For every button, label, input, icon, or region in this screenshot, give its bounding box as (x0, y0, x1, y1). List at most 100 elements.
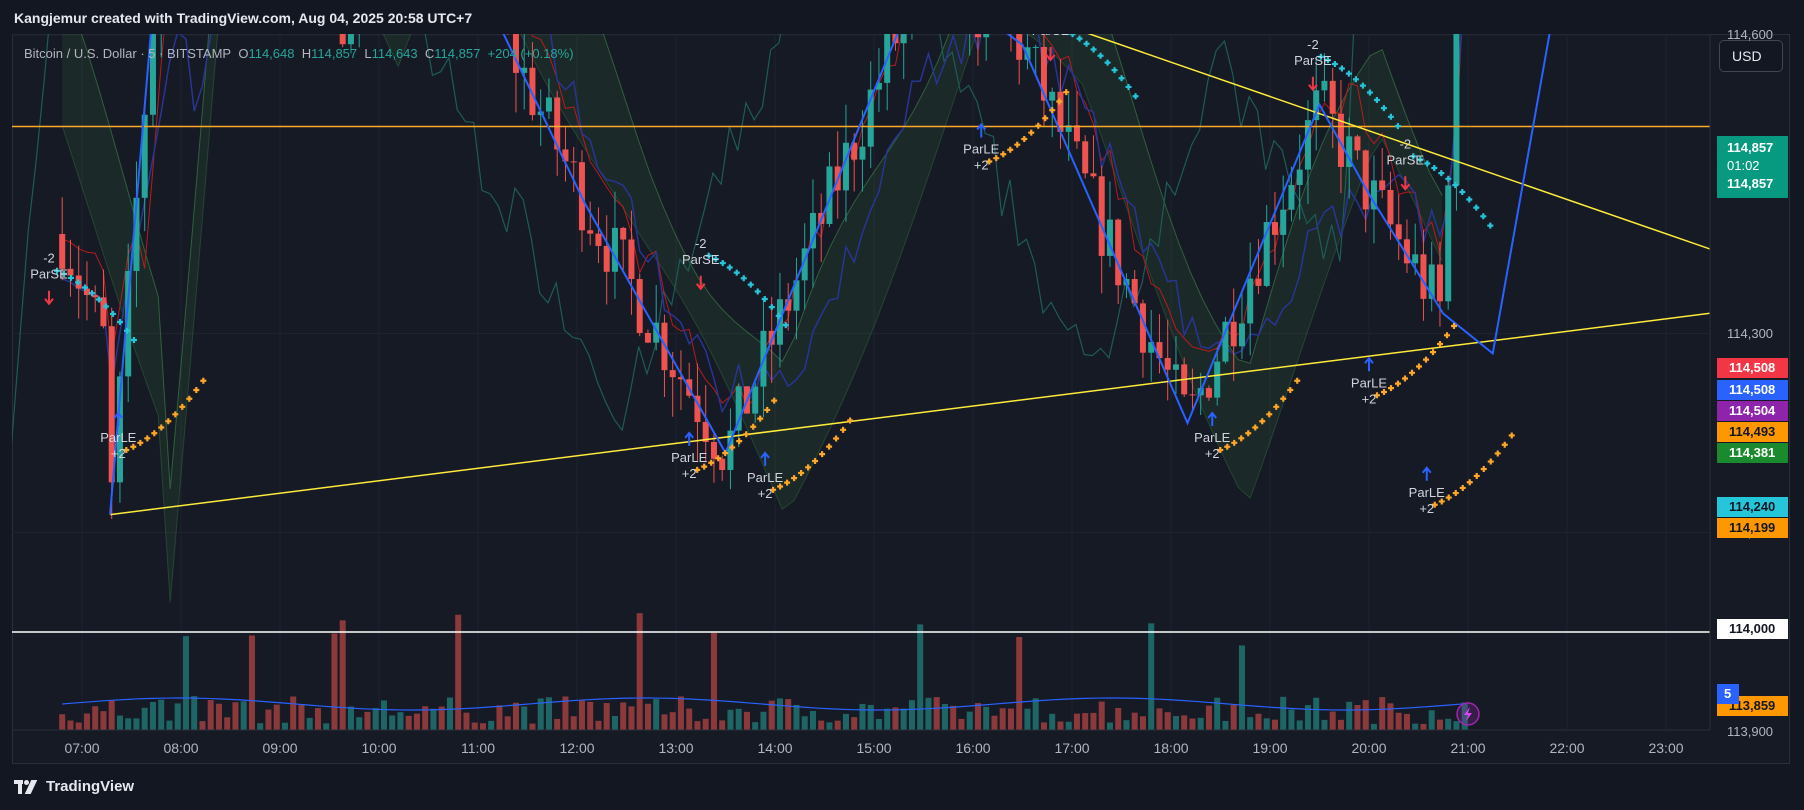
volume-bar (224, 717, 231, 730)
tradingview-footer[interactable]: TradingView (14, 778, 134, 795)
sar-dot (1402, 375, 1408, 382)
candle-body (1164, 358, 1171, 370)
candle-body (958, 0, 964, 26)
volume-bar (1230, 704, 1237, 730)
candle-body (1296, 169, 1303, 185)
axis-price-label: 114,504 (1717, 401, 1788, 421)
volume-bar (1007, 708, 1014, 730)
volume-bar (1073, 713, 1080, 730)
volume-bar (752, 722, 759, 730)
sar-dot (768, 304, 775, 311)
volume-bar (529, 723, 536, 730)
volume-bar (471, 722, 478, 730)
sar-dot (1294, 377, 1301, 384)
volume-bar (290, 696, 297, 730)
volume-bar (479, 723, 486, 730)
volume-bar (735, 708, 742, 730)
volume-bar (554, 718, 561, 730)
symbol-legend[interactable]: Bitcoin / U.S. Dollar · 5 · BITSTAMP O11… (24, 46, 574, 61)
volume-bar (1115, 707, 1122, 730)
volume-bar (191, 696, 198, 730)
volume-bar (999, 708, 1006, 730)
candle-body (339, 34, 346, 45)
volume-bar (1370, 723, 1377, 730)
volume-bar (908, 700, 915, 730)
candle-body (710, 441, 717, 459)
volume-bar (207, 700, 214, 730)
candle (1073, 91, 1080, 149)
volume-bar (364, 711, 371, 730)
sar-dot (1042, 115, 1049, 122)
candle (677, 350, 684, 411)
volume-bar (719, 720, 726, 730)
sar-dot (1487, 458, 1494, 465)
sar-dot (1388, 385, 1394, 392)
candle (1222, 316, 1229, 364)
sar-dot (1021, 135, 1028, 142)
symbol-name: Bitcoin / U.S. Dollar · 5 · BITSTAMP (24, 46, 232, 61)
close-value: 114,857 (434, 46, 481, 61)
volume-bar (636, 613, 643, 730)
volume-bar (125, 718, 132, 730)
candle (1139, 299, 1146, 378)
volume-bar (133, 718, 140, 730)
volume-bar (232, 702, 239, 730)
time-tick-label: 10:00 (361, 740, 397, 756)
sar-dot (1459, 484, 1466, 491)
signal-label: ParLE (671, 450, 707, 465)
volume-bar (702, 718, 709, 730)
candle-body (100, 297, 107, 327)
candle-body (587, 230, 594, 234)
volume-bar (512, 702, 519, 730)
currency-button[interactable]: USD (1719, 40, 1783, 72)
signal-qty: -2 (695, 236, 707, 251)
volume-bar (1428, 710, 1435, 730)
volume-bar (917, 624, 924, 730)
volume-bar (677, 696, 684, 730)
volume-bar (141, 707, 148, 730)
volume-bar (686, 708, 693, 730)
candle (339, 34, 346, 48)
candle (1106, 181, 1113, 267)
candle (719, 455, 726, 481)
signal-label: ParLE (1194, 430, 1230, 445)
volume-bar (801, 716, 808, 730)
volume-bar (108, 700, 115, 730)
volume-bar (694, 721, 701, 730)
volume-bar (1354, 705, 1361, 730)
candle (653, 285, 660, 351)
volume-bar (166, 720, 173, 730)
axis-price-label: 114,493 (1717, 422, 1788, 442)
volume-bar (925, 697, 932, 730)
change-value: +204 (+0.18%) (487, 46, 574, 61)
candle-body (1379, 180, 1386, 190)
volume-bar (1032, 698, 1039, 730)
candle (480, 0, 486, 14)
sar-dot (1395, 380, 1401, 387)
candle-body (595, 233, 602, 246)
sar-dot (819, 451, 826, 458)
candle (644, 329, 651, 344)
sar-dot (1437, 341, 1443, 347)
signal-label: ParLE (1351, 375, 1387, 390)
sar-dot (1028, 129, 1035, 136)
candle (867, 61, 874, 169)
volume-bar (430, 708, 437, 730)
volume-bar (372, 708, 379, 730)
volume-bar (273, 704, 280, 730)
candle (1395, 194, 1402, 260)
sar-dot (761, 296, 768, 302)
volume-bar (1057, 721, 1064, 730)
price-chart[interactable]: -2ParSE-2ParSEParLE+2-2ParSEParLE+2-2Par… (0, 0, 1804, 810)
volume-bar (1445, 718, 1452, 730)
volume-bar (710, 632, 717, 730)
signal-qty: +2 (1205, 446, 1220, 461)
volume-bar (1181, 715, 1188, 730)
signal-label: ParSE (30, 267, 68, 282)
volume-bar (611, 715, 618, 730)
volume-bar (793, 704, 800, 730)
volume-bar (413, 713, 420, 730)
volume-bar (892, 707, 899, 730)
candle-body (983, 34, 990, 38)
volume-bar (842, 713, 849, 730)
